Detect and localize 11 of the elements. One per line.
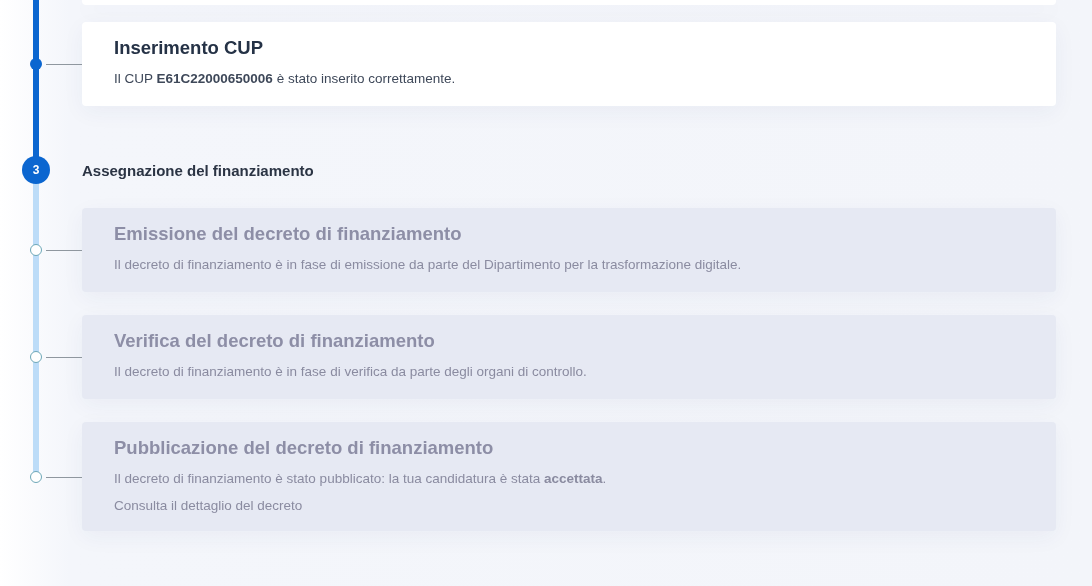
card-title: Emissione del decreto di finanziamento	[114, 223, 463, 245]
card-title: Inserimento CUP	[114, 37, 265, 59]
card-title: Verifica del decreto di finanziamento	[114, 330, 436, 352]
detail-link[interactable]: Consulta il dettaglio del decreto	[114, 498, 1024, 513]
card-description: Il decreto di finanziamento è stato pubblicato: la tua candidatura è stata accettata.	[114, 470, 608, 488]
card-description: Il decreto di finanziamento è in fase di verifica da parte degli organi di controllo.	[114, 363, 588, 381]
step-number: 3	[22, 156, 50, 184]
card-description: Il CUP E61C22000650006 è stato inserito correttamente.	[114, 70, 457, 88]
card-title: Pubblicazione del decreto di finanziamento	[114, 437, 495, 459]
step-label: Assegnazione del finanziamento	[82, 161, 314, 179]
card-description: Il decreto di finanziamento è in fase di emissione da parte del Dipartimento per la trasformazione digitale.	[114, 256, 743, 274]
